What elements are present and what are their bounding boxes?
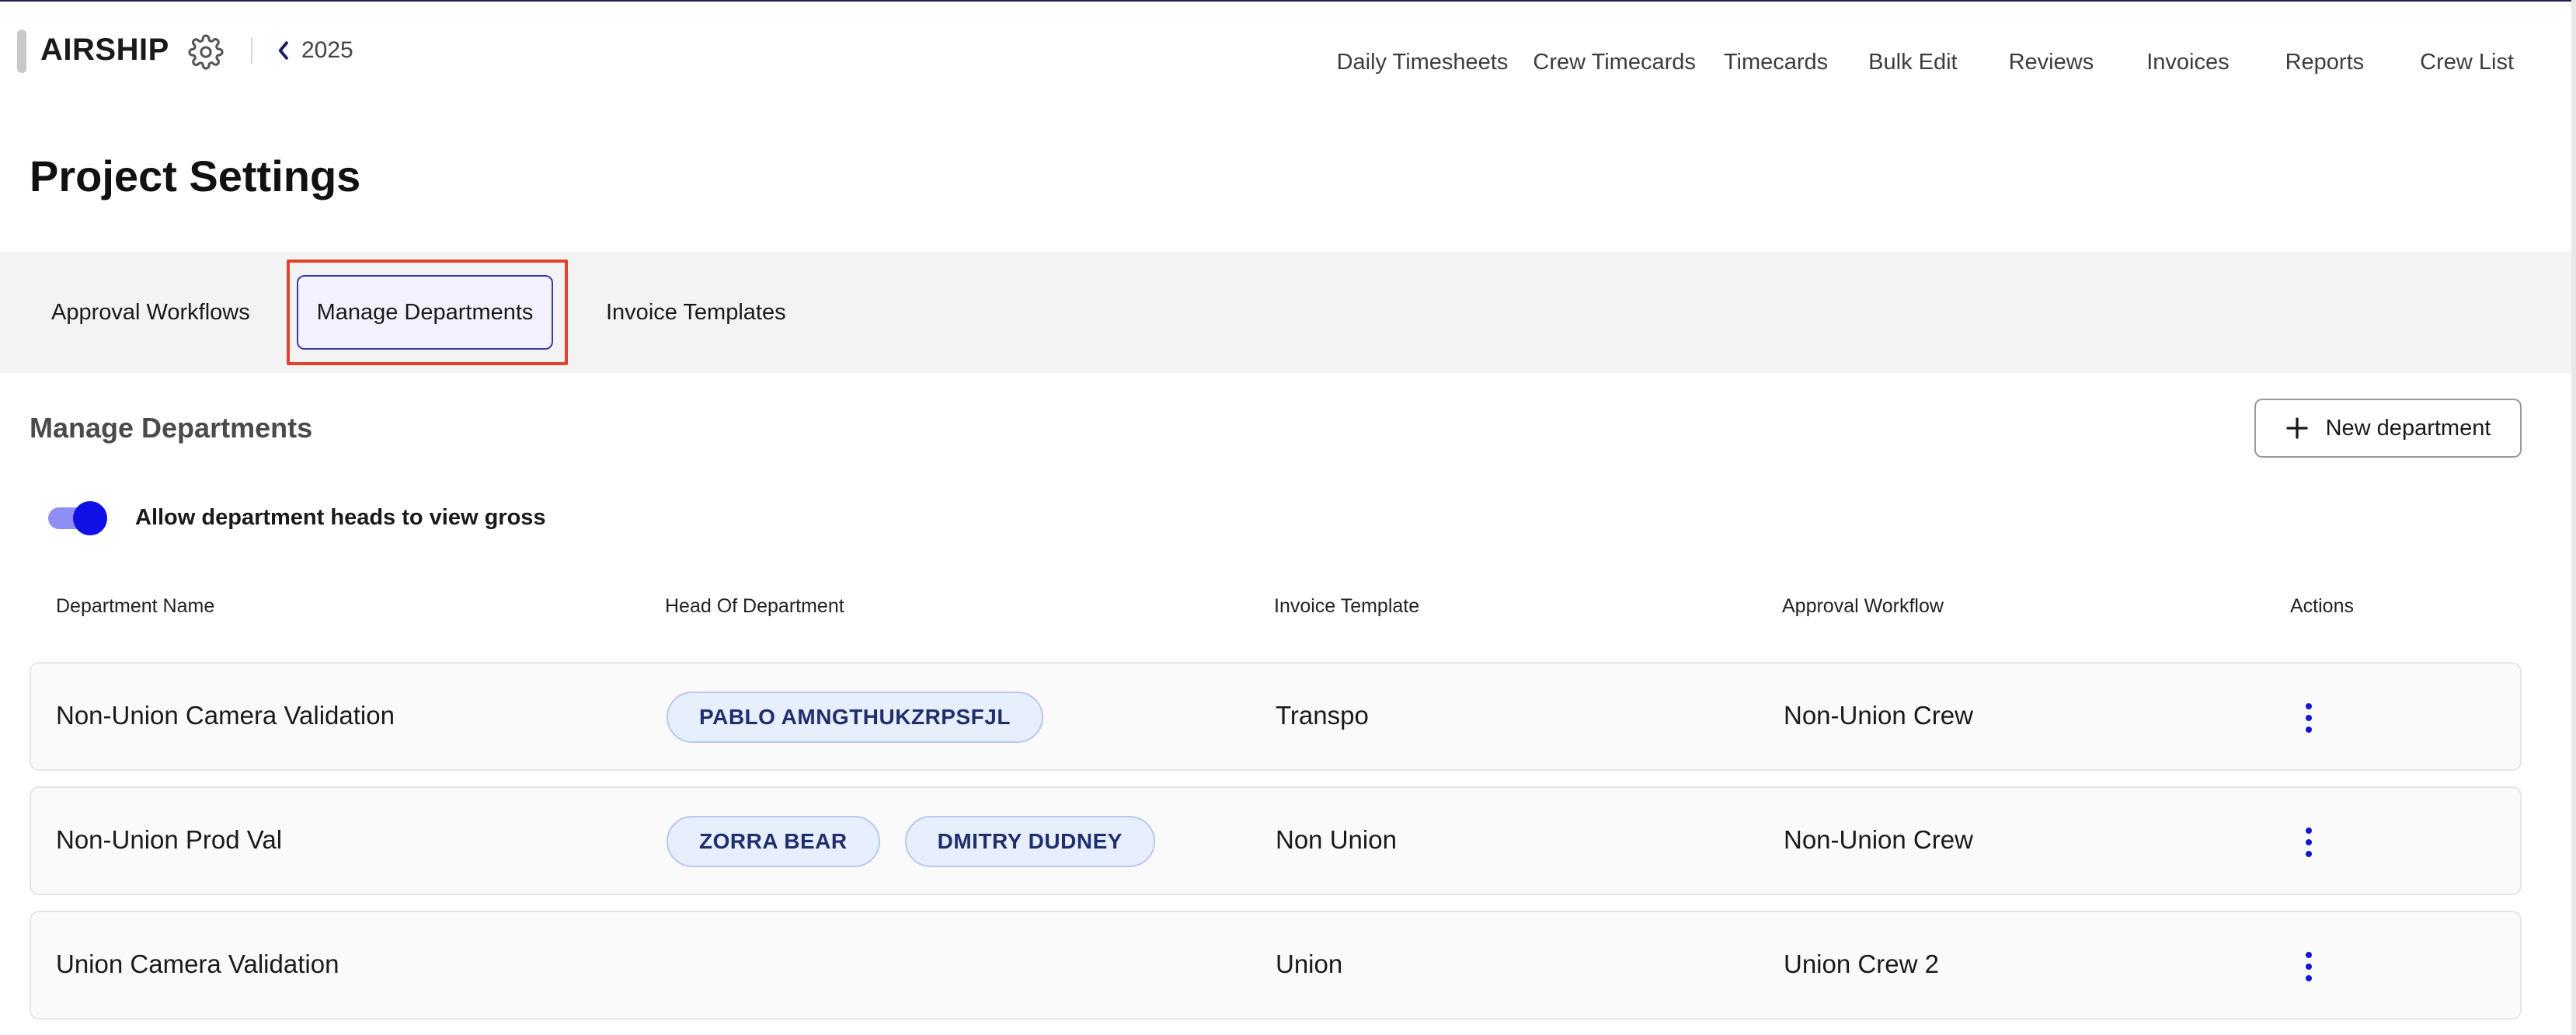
table-row[interactable]: Non-Union Camera Validation PABLO AMNGTH… (30, 662, 2522, 771)
table-row[interactable]: Non-Union Prod Val ZORRA BEAR DMITRY DUD… (30, 786, 2522, 895)
column-header-approval-workflow: Approval Workflow (1782, 595, 1944, 617)
column-header-head-of-department: Head Of Department (665, 595, 844, 617)
new-department-button[interactable]: New department (2254, 399, 2522, 458)
year-label: 2025 (301, 37, 353, 63)
head-of-department-chips: PABLO AMNGTHUKZRPSFJL (667, 692, 1043, 743)
plus-icon (2285, 417, 2308, 439)
gear-icon[interactable] (188, 34, 224, 70)
column-header-actions: Actions (2290, 595, 2354, 617)
nav-crew-timecards[interactable]: Crew Timecards (1533, 50, 1696, 75)
year-back-link[interactable]: 2025 (275, 37, 353, 64)
view-gross-toggle[interactable] (48, 501, 107, 535)
settings-tabs: Approval Workflows Manage Departments In… (0, 252, 2576, 373)
department-name: Non-Union Camera Validation (56, 701, 395, 730)
nav-reviews[interactable]: Reviews (2009, 50, 2094, 75)
header-divider (251, 37, 252, 64)
approval-workflow-value: Union Crew 2 (1784, 950, 1939, 978)
approval-workflow-value: Non-Union Crew (1784, 701, 1973, 730)
invoice-template-value: Transpo (1276, 701, 1369, 730)
chevron-left-icon (278, 41, 288, 60)
column-header-invoice-template: Invoice Template (1274, 595, 1420, 617)
page-title: Project Settings (30, 152, 361, 200)
nav-invoices[interactable]: Invoices (2146, 50, 2229, 75)
more-actions-icon[interactable] (2293, 946, 2324, 987)
approval-workflow-value: Non-Union Crew (1784, 825, 1973, 854)
tab-invoice-templates[interactable]: Invoice Templates (606, 275, 786, 350)
invoice-template-value: Non Union (1276, 825, 1397, 854)
nav-reports[interactable]: Reports (2285, 50, 2365, 75)
app-header: AIRSHIP 2025 Daily Timesheets Crew Timec… (0, 0, 2576, 101)
new-department-label: New department (2325, 415, 2491, 441)
head-chip[interactable]: PABLO AMNGTHUKZRPSFJL (667, 692, 1043, 743)
top-nav: Daily Timesheets Crew Timecards Timecard… (1337, 50, 2514, 75)
tab-approval-workflows[interactable]: Approval Workflows (51, 275, 250, 350)
more-actions-icon[interactable] (2293, 698, 2324, 738)
department-name: Non-Union Prod Val (56, 825, 283, 854)
head-chip[interactable]: ZORRA BEAR (667, 816, 880, 867)
nav-crew-list[interactable]: Crew List (2420, 50, 2514, 75)
head-chip[interactable]: DMITRY DUDNEY (904, 816, 1155, 867)
page-right-edge (2571, 0, 2576, 1035)
nav-bulk-edit[interactable]: Bulk Edit (1868, 50, 1957, 75)
view-gross-label: Allow department heads to view gross (135, 505, 546, 530)
column-header-department-name: Department Name (56, 595, 215, 617)
table-row[interactable]: Union Camera Validation Union Union Crew… (30, 911, 2522, 1019)
brand-bar (17, 30, 26, 73)
head-of-department-chips: ZORRA BEAR DMITRY DUDNEY (667, 816, 1155, 867)
more-actions-icon[interactable] (2293, 822, 2324, 862)
nav-timecards[interactable]: Timecards (1724, 50, 1828, 75)
invoice-template-value: Union (1276, 950, 1343, 978)
tab-manage-departments[interactable]: Manage Departments (297, 275, 553, 350)
nav-daily-timesheets[interactable]: Daily Timesheets (1337, 50, 1509, 75)
toggle-knob (73, 501, 107, 535)
department-name: Union Camera Validation (56, 950, 339, 978)
section-title: Manage Departments (30, 412, 313, 444)
app-brand: AIRSHIP (40, 33, 169, 67)
